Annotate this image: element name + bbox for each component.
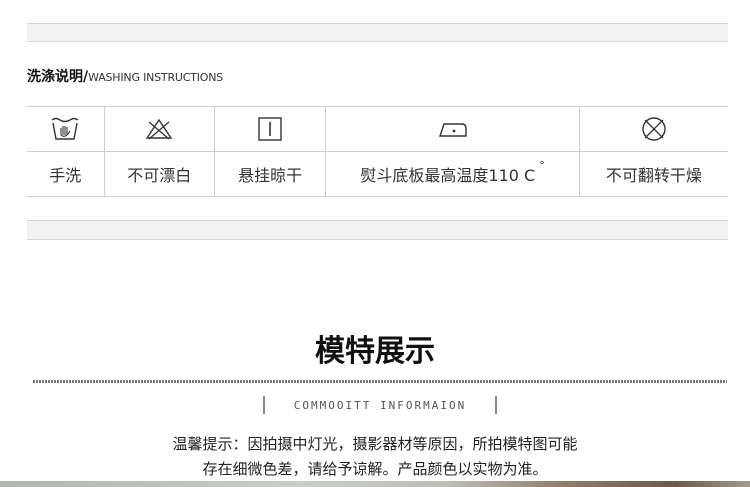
model-section-subtitle: COMMOOITT INFORMAION (263, 396, 497, 414)
care-cell-no-tumble-dry: 不可翻转干燥 (579, 107, 728, 196)
care-label: 熨斗底板最高温度110 C ° (360, 158, 545, 186)
no-bleach-icon (145, 118, 173, 140)
care-instructions-table: 手洗 不可漂白 悬挂晾干 熨斗底板最高温度110 C ° 不可翻转干燥 (27, 106, 728, 197)
top-divider-band (27, 23, 728, 42)
care-label: 不可翻转干燥 (605, 166, 702, 185)
care-label: 不可漂白 (127, 166, 192, 185)
model-section-title: 模特展示 (315, 334, 435, 369)
care-cell-line-dry: 悬挂晾干 (214, 107, 327, 196)
care-cell-no-bleach: 不可漂白 (104, 107, 215, 196)
hand-wash-icon (51, 117, 79, 140)
line-dry-icon (258, 117, 282, 141)
notice-line-2: 存在细微色差，请给予谅解。产品颜色以实物为准。 (202, 460, 548, 478)
model-photo-strip (0, 481, 750, 487)
bottom-divider-band (27, 220, 728, 240)
care-label: 手洗 (49, 166, 82, 185)
care-cell-hand-wash: 手洗 (27, 107, 105, 196)
iron-icon (438, 123, 467, 137)
washing-instructions-title: 洗涤说明/WASHING INSTRUCTIONS (27, 69, 224, 85)
no-tumble-dry-icon (642, 117, 666, 141)
degree-mark: ° (539, 158, 545, 172)
dotted-divider (33, 380, 727, 383)
care-cell-iron: 熨斗底板最高温度110 C ° (326, 107, 580, 196)
notice-line-1: 温馨提示：因拍摄中灯光，摄影器材等原因，所拍模特图可能 (172, 435, 578, 453)
care-label: 悬挂晾干 (238, 166, 303, 185)
